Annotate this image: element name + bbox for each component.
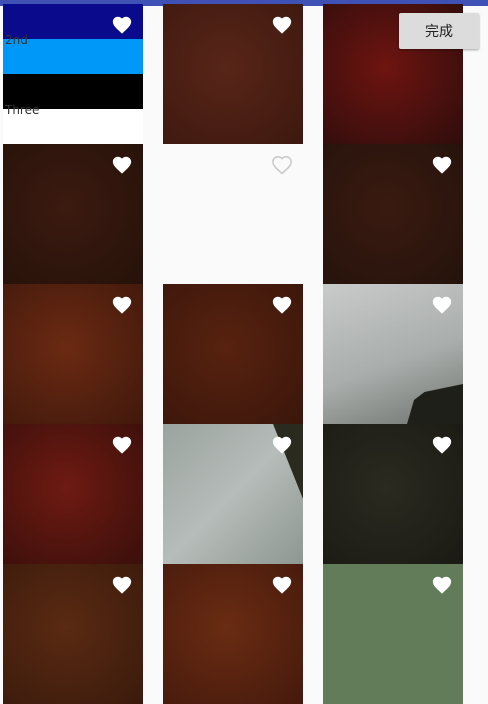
photo-tile[interactable]: 2nd Three: [3, 4, 143, 144]
photo-tile[interactable]: [323, 284, 463, 424]
favorite-heart-icon[interactable]: [111, 14, 133, 36]
photo-tile[interactable]: [163, 284, 303, 424]
photo-tile[interactable]: [3, 424, 143, 564]
favorite-heart-icon[interactable]: [431, 574, 453, 596]
photo-tile[interactable]: [163, 424, 303, 564]
photo-tile[interactable]: [3, 144, 143, 284]
photo-tile[interactable]: [3, 564, 143, 704]
photo-tile[interactable]: [323, 144, 463, 284]
favorite-heart-icon[interactable]: [111, 294, 133, 316]
photo-tile[interactable]: [3, 284, 143, 424]
favorite-heart-icon[interactable]: [111, 154, 133, 176]
favorite-heart-icon[interactable]: [431, 294, 453, 316]
done-button[interactable]: 完成: [399, 13, 479, 49]
favorite-heart-icon[interactable]: [271, 154, 293, 176]
favorite-heart-icon[interactable]: [271, 294, 293, 316]
photo-tile[interactable]: [163, 4, 303, 144]
photo-shadow: [407, 384, 463, 424]
favorite-heart-icon[interactable]: [431, 154, 453, 176]
favorite-heart-icon[interactable]: [271, 434, 293, 456]
favorite-heart-icon[interactable]: [431, 434, 453, 456]
favorite-heart-icon[interactable]: [271, 14, 293, 36]
photo-grid: 2nd Three: [0, 4, 488, 704]
photo-tile[interactable]: [323, 424, 463, 564]
stripe: 2nd: [3, 33, 143, 74]
stripe-label: Three: [5, 103, 40, 117]
favorite-heart-icon[interactable]: [111, 434, 133, 456]
favorite-heart-icon[interactable]: [271, 574, 293, 596]
stripe: Three: [3, 103, 143, 144]
photo-tile[interactable]: [163, 144, 303, 284]
favorite-heart-icon[interactable]: [111, 574, 133, 596]
photo-tile[interactable]: [163, 564, 303, 704]
photo-tile[interactable]: [323, 564, 463, 704]
